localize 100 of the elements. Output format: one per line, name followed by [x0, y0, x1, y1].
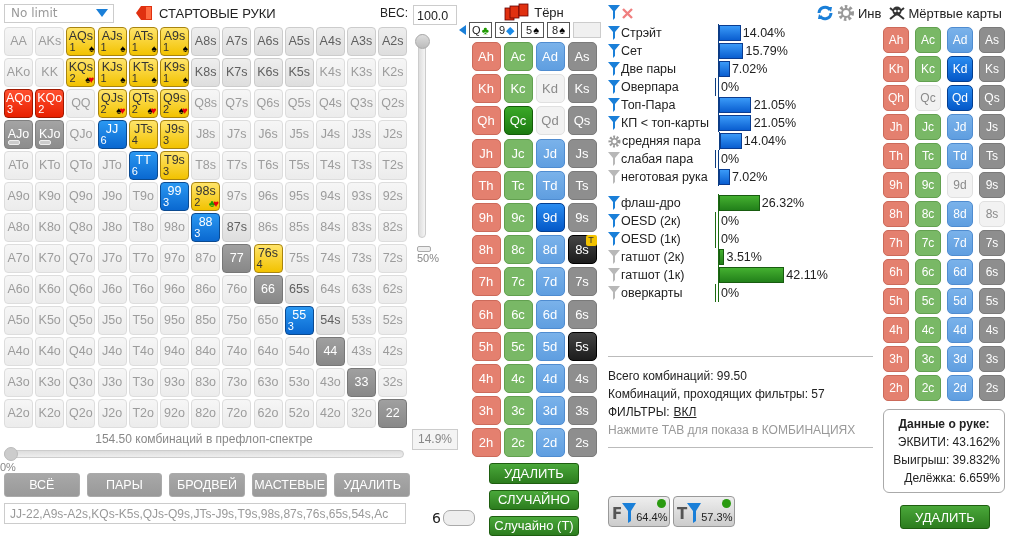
- card-button[interactable]: 4d: [535, 363, 565, 393]
- hand-cell[interactable]: A7s: [222, 27, 252, 56]
- card-button[interactable]: 5h: [883, 288, 909, 314]
- hand-cell[interactable]: K8s: [191, 58, 221, 87]
- hand-cell[interactable]: 42o: [315, 399, 345, 428]
- hand-cell[interactable]: AQo 3: [4, 89, 33, 118]
- hand-cell[interactable]: A8s: [191, 27, 221, 56]
- card-button[interactable]: 6s: [567, 299, 597, 329]
- hand-cell[interactable]: K4o: [35, 337, 65, 366]
- card-button[interactable]: Ah: [471, 42, 501, 71]
- card-button[interactable]: 5d: [535, 331, 565, 361]
- card-button[interactable]: Jh: [883, 114, 909, 140]
- card-button[interactable]: 3d: [947, 346, 973, 372]
- hand-cell[interactable]: A2s: [378, 27, 408, 56]
- board-card[interactable]: Q♣: [469, 22, 492, 38]
- card-button[interactable]: 5s: [979, 288, 1005, 314]
- filter-icon[interactable]: [608, 232, 620, 246]
- filter-icon[interactable]: [608, 196, 620, 210]
- hand-cell[interactable]: JTo: [97, 151, 127, 180]
- hand-cell[interactable]: 62s: [378, 275, 408, 304]
- hand-cell[interactable]: T7s: [222, 151, 252, 180]
- hand-cell[interactable]: 87s: [222, 213, 252, 242]
- card-button[interactable]: 3d: [535, 396, 565, 426]
- hand-cell[interactable]: 84s: [315, 213, 345, 242]
- range-button[interactable]: БРОДВЕЙ: [169, 473, 245, 497]
- hand-cell[interactable]: KTo: [35, 151, 65, 180]
- hand-cell[interactable]: 85s: [284, 213, 314, 242]
- hand-cell[interactable]: T4s: [315, 151, 345, 180]
- hand-cell[interactable]: T9o: [128, 182, 158, 211]
- hand-cell[interactable]: 22: [378, 399, 408, 428]
- card-button[interactable]: 2c: [915, 375, 941, 401]
- card-button[interactable]: Th: [471, 170, 501, 200]
- card-button[interactable]: Qs: [979, 85, 1005, 111]
- card-button[interactable]: 7d: [535, 267, 565, 297]
- hand-cell[interactable]: 93s: [347, 182, 377, 211]
- hand-cell[interactable]: 32o: [347, 399, 377, 428]
- hand-cell[interactable]: A4o: [4, 337, 33, 366]
- hand-cell[interactable]: J5o: [97, 306, 127, 335]
- hand-cell[interactable]: 95s: [284, 182, 314, 211]
- range-slider[interactable]: [4, 447, 404, 461]
- left-arrow-icon[interactable]: [459, 25, 466, 35]
- hand-cell[interactable]: 72o: [222, 399, 252, 428]
- hand-cell[interactable]: J2o: [97, 399, 127, 428]
- hand-cell[interactable]: 94o: [159, 337, 189, 366]
- hand-cell[interactable]: 64s: [315, 275, 345, 304]
- hand-cell[interactable]: T2s: [378, 151, 408, 180]
- hand-cell[interactable]: Q2s: [378, 89, 408, 118]
- card-button[interactable]: 4c: [915, 317, 941, 343]
- card-button[interactable]: 6c: [503, 299, 533, 329]
- filter-toggle[interactable]: F 64.4%: [608, 496, 670, 527]
- delete-button[interactable]: УДАЛИТЬ: [900, 505, 990, 529]
- hand-cell[interactable]: K6s: [253, 58, 283, 87]
- hand-cell[interactable]: T5o: [128, 306, 158, 335]
- hand-cell[interactable]: J4s: [315, 120, 345, 149]
- card-button[interactable]: Ad: [947, 27, 973, 53]
- hand-cell[interactable]: 63o: [253, 368, 283, 397]
- percent-field[interactable]: 14.9%: [412, 429, 458, 450]
- hand-cell[interactable]: 88 3: [191, 213, 221, 242]
- card-button[interactable]: Kh: [471, 74, 501, 104]
- hand-cell[interactable]: T6o: [128, 275, 158, 304]
- hand-cell[interactable]: Q8o: [66, 213, 96, 242]
- hand-cell[interactable]: JJ 6: [97, 120, 127, 149]
- hand-cell[interactable]: 76o: [222, 275, 252, 304]
- hand-cell[interactable]: Q7o: [66, 244, 96, 273]
- board-card[interactable]: 9◆: [495, 22, 518, 38]
- card-button[interactable]: 2s: [567, 428, 597, 458]
- card-button[interactable]: 8d: [947, 201, 973, 227]
- hand-cell[interactable]: J3o: [97, 368, 127, 397]
- card-button[interactable]: Qd: [535, 106, 565, 136]
- card-button[interactable]: Ks: [567, 74, 597, 104]
- hand-cell[interactable]: 96o: [159, 275, 189, 304]
- card-button[interactable]: 9d: [535, 202, 565, 232]
- hand-cell[interactable]: 43o: [315, 368, 345, 397]
- hand-cell[interactable]: K3s: [347, 58, 377, 87]
- card-button[interactable]: Qc: [915, 85, 941, 111]
- filter-toggle[interactable]: T 57.3%: [673, 496, 735, 527]
- hand-cell[interactable]: J3s: [347, 120, 377, 149]
- hand-cell[interactable]: KQo 2: [35, 89, 65, 118]
- hand-cell[interactable]: 76s 4: [253, 244, 283, 273]
- card-button[interactable]: Jh: [471, 138, 501, 168]
- card-button[interactable]: 9h: [883, 172, 909, 198]
- hand-cell[interactable]: A9o: [4, 182, 33, 211]
- hand-cell[interactable]: 54o: [284, 337, 314, 366]
- hand-cell[interactable]: K5s: [284, 58, 314, 87]
- card-button[interactable]: 2h: [883, 375, 909, 401]
- hand-cell[interactable]: 87o: [191, 244, 221, 273]
- hand-cell[interactable]: AJo: [4, 120, 33, 149]
- hand-cell[interactable]: 86s: [253, 213, 283, 242]
- card-button[interactable]: 2d: [535, 428, 565, 458]
- card-button[interactable]: 3c: [915, 346, 941, 372]
- hand-cell[interactable]: TT 6: [128, 151, 158, 180]
- card-button[interactable]: 5s: [567, 331, 597, 361]
- hand-cell[interactable]: 74s: [315, 244, 345, 273]
- hand-cell[interactable]: 82o: [191, 399, 221, 428]
- hand-cell[interactable]: Q4s: [315, 89, 345, 118]
- card-button[interactable]: 9h: [471, 202, 501, 232]
- filter-icon[interactable]: [608, 44, 620, 58]
- hand-cell[interactable]: J7o: [97, 244, 127, 273]
- card-button[interactable]: 6h: [471, 299, 501, 329]
- card-button[interactable]: 2c: [503, 428, 533, 458]
